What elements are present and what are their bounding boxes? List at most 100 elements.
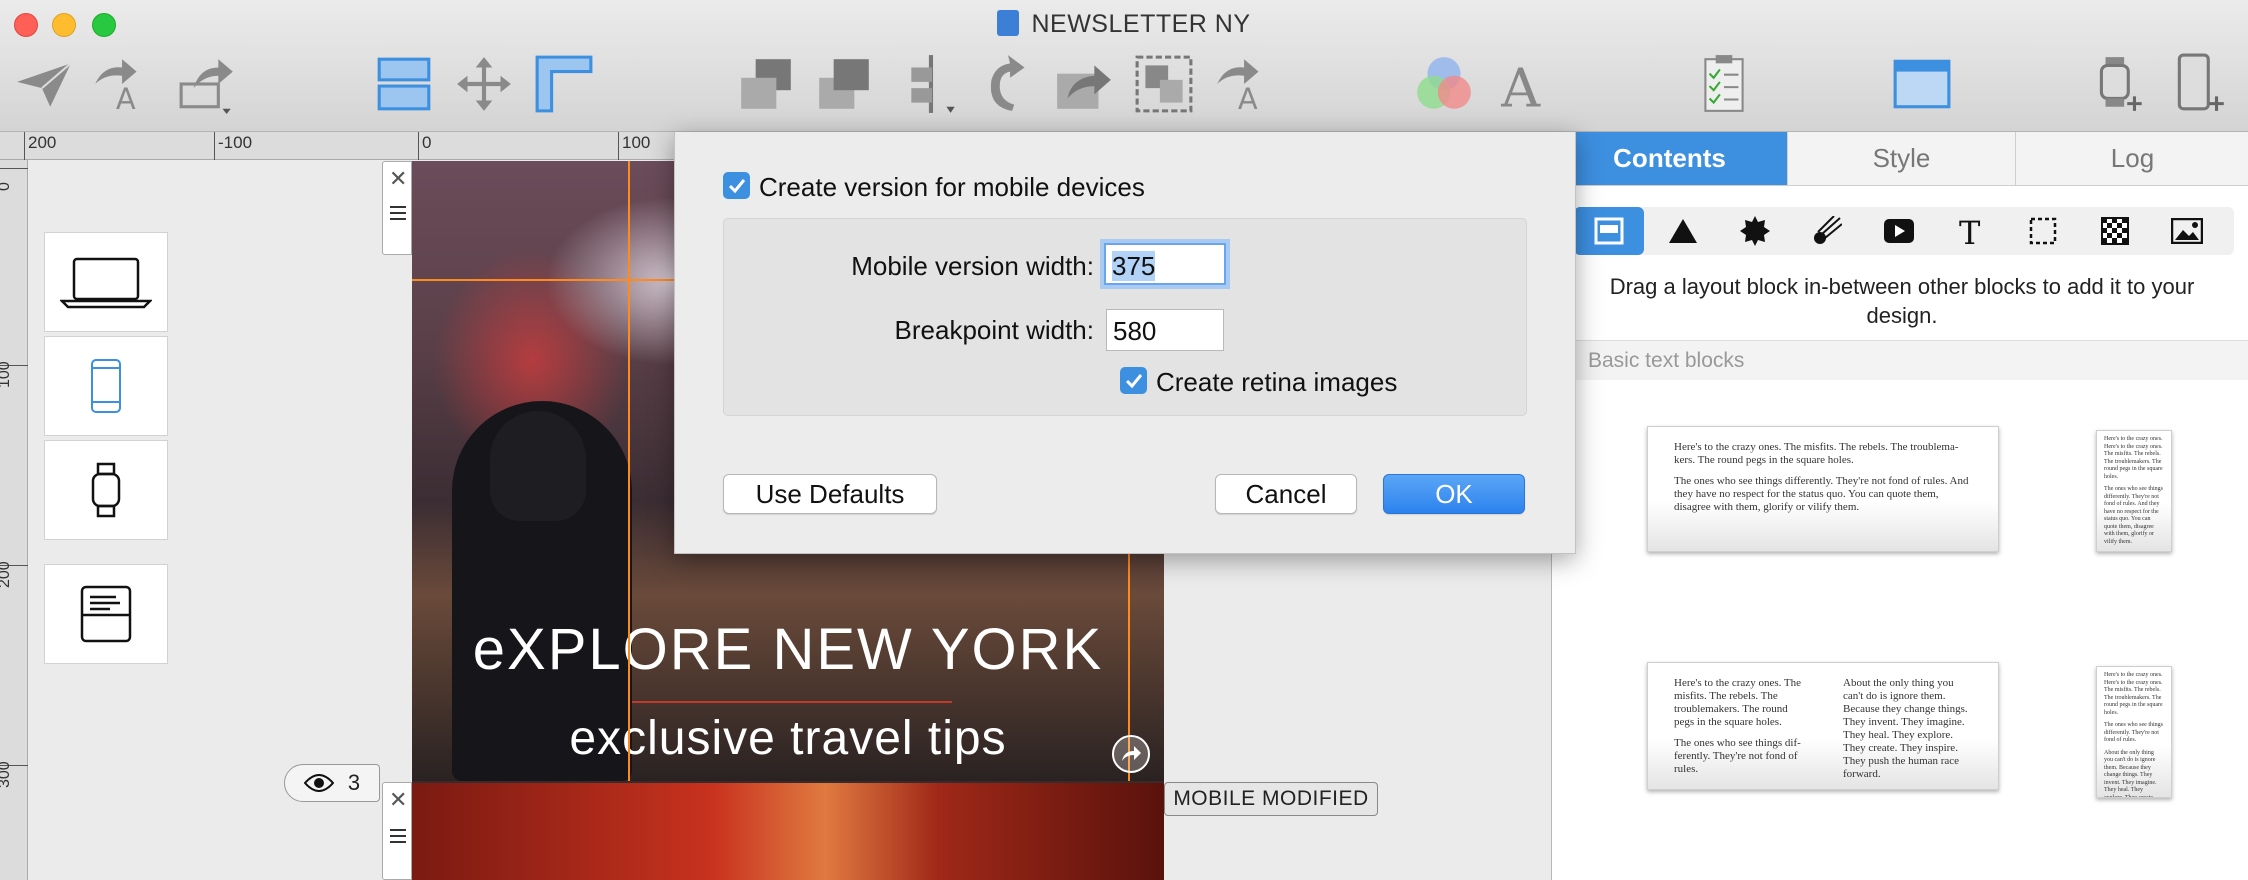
comet-icon xyxy=(1814,216,1842,244)
shape-tool[interactable] xyxy=(1648,207,1718,255)
photo-hood xyxy=(490,411,586,521)
use-defaults-button[interactable]: Use Defaults xyxy=(723,474,937,514)
ruler-tick: 100 xyxy=(618,132,650,160)
cancel-button[interactable]: Cancel xyxy=(1215,474,1357,514)
translate-button[interactable]: A xyxy=(88,52,152,116)
comet-tool[interactable] xyxy=(1792,207,1862,255)
text-block-card[interactable]: Here's to the crazy ones. The misfits. T… xyxy=(1647,426,1999,552)
card-text: Here's to the crazy ones. The misfits. T… xyxy=(1674,441,1959,466)
font-button[interactable]: A xyxy=(1492,52,1556,116)
add-device-icon xyxy=(2177,53,2224,111)
group-icon xyxy=(1135,55,1193,113)
hero-headline[interactable]: eXPLORE NEW YORK xyxy=(412,616,1164,683)
bring-front-icon xyxy=(741,59,791,109)
card-column-left: Here's to the crazy ones. The misfits. T… xyxy=(1674,677,1802,775)
badge-icon xyxy=(1740,216,1770,246)
colors-button[interactable] xyxy=(1412,52,1476,116)
breakpoint-width-input[interactable]: 580 xyxy=(1106,309,1224,351)
section-header-basic-text[interactable]: Basic text blocks xyxy=(1552,340,2248,380)
text-tool[interactable]: T xyxy=(1936,207,2006,255)
create-mobile-label[interactable]: Create version for mobile devices xyxy=(759,172,1145,203)
device-watch-button[interactable] xyxy=(44,440,168,540)
pattern-tool[interactable] xyxy=(2080,207,2150,255)
translate-icon: A xyxy=(1217,59,1259,115)
create-retina-label[interactable]: Create retina images xyxy=(1156,367,1397,398)
forward-button[interactable] xyxy=(1052,52,1116,116)
ruler-tick: -100 xyxy=(214,132,252,160)
tab-contents[interactable]: Contents xyxy=(1552,132,1788,186)
ruler-tick: 200 xyxy=(0,561,28,588)
ruler-button[interactable] xyxy=(532,52,596,116)
translate-block-button[interactable]: A xyxy=(1210,52,1274,116)
laptop-icon xyxy=(60,257,152,309)
video-tool[interactable] xyxy=(1864,207,1934,255)
create-retina-checkbox[interactable] xyxy=(1120,367,1147,394)
visibility-badge[interactable]: 3 xyxy=(284,764,380,802)
checklist-icon xyxy=(1704,55,1744,112)
watch-icon xyxy=(91,462,121,518)
layout-block-icon xyxy=(1594,217,1624,245)
move-button[interactable] xyxy=(452,52,516,116)
block-handle[interactable]: ✕ xyxy=(382,161,412,255)
selection-icon xyxy=(2029,217,2057,245)
create-mobile-checkbox[interactable] xyxy=(723,172,750,199)
share-overlay-button[interactable] xyxy=(1112,735,1150,773)
hero-subline[interactable]: exclusive travel tips xyxy=(412,711,1164,766)
guide-vertical[interactable] xyxy=(628,161,630,781)
panel-hint: Drag a layout block in-between other blo… xyxy=(1609,274,2195,328)
add-device-button[interactable] xyxy=(2168,52,2232,116)
add-watch-icon xyxy=(2099,57,2142,111)
document-icon xyxy=(997,10,1020,36)
window-title: NEWSLETTER NY xyxy=(0,10,2248,39)
two-column-text-card-mobile[interactable]: Here's to the crazy ones. Here's to the … xyxy=(2096,666,2172,798)
eye-icon xyxy=(303,774,334,792)
add-watch-button[interactable] xyxy=(2088,52,2152,116)
mobile-width-label: Mobile version width: xyxy=(851,251,1094,281)
ruler-icon xyxy=(535,55,593,113)
card-text: Here's to the crazy ones. Here's to the … xyxy=(2104,436,2163,480)
align-button[interactable] xyxy=(900,52,964,116)
menu-icon[interactable] xyxy=(390,206,406,220)
move-icon xyxy=(457,57,511,111)
rotate-icon xyxy=(990,55,1025,111)
svg-text:A: A xyxy=(1238,82,1258,115)
pattern-icon xyxy=(2101,217,2129,245)
group-button[interactable] xyxy=(1132,52,1196,116)
close-block-icon[interactable]: ✕ xyxy=(389,166,407,192)
image-tool[interactable] xyxy=(2152,207,2222,255)
view-count: 3 xyxy=(347,770,361,795)
send-back-button[interactable] xyxy=(812,52,876,116)
device-laptop-button[interactable] xyxy=(44,232,168,332)
device-phone-button[interactable] xyxy=(44,336,168,436)
title-bar: NEWSLETTER NY A A A xyxy=(0,0,2248,132)
selection-tool[interactable] xyxy=(2008,207,2078,255)
block-handle[interactable]: ✕ xyxy=(382,782,412,880)
tab-style[interactable]: Style xyxy=(1788,132,2016,186)
checkmark-icon xyxy=(728,178,745,193)
share-icon xyxy=(1122,746,1141,761)
mobile-modified-badge: MOBILE MODIFIED xyxy=(1164,782,1378,816)
preview-window-button[interactable] xyxy=(1890,52,1954,116)
two-column-text-card[interactable]: Here's to the crazy ones. The misfits. T… xyxy=(1647,662,1999,790)
text-block-card-mobile[interactable]: Here's to the crazy ones. Here's to the … xyxy=(2096,430,2172,552)
bring-front-button[interactable] xyxy=(734,52,798,116)
side-panel: Contents Style Log T Drag a layout block… xyxy=(1551,132,2248,880)
tab-log[interactable]: Log xyxy=(2016,132,2248,186)
send-icon xyxy=(17,62,72,107)
second-block-photo[interactable] xyxy=(412,783,1164,880)
badge-tool[interactable] xyxy=(1720,207,1790,255)
mobile-width-input[interactable]: 375 xyxy=(1104,243,1226,285)
svg-text:A: A xyxy=(1500,57,1541,115)
device-email-button[interactable] xyxy=(44,564,168,664)
share-button[interactable] xyxy=(176,52,240,116)
close-block-icon[interactable]: ✕ xyxy=(389,787,407,813)
rotate-button[interactable] xyxy=(976,52,1040,116)
email-icon xyxy=(80,585,132,643)
send-button[interactable] xyxy=(12,52,76,116)
ok-button[interactable]: OK xyxy=(1383,474,1525,514)
menu-icon[interactable] xyxy=(390,829,406,843)
vertical-ruler: 0 100 200 300 xyxy=(0,160,28,880)
checklist-button[interactable] xyxy=(1692,52,1756,116)
layout-block-tool[interactable] xyxy=(1574,207,1644,255)
layout-button[interactable] xyxy=(372,52,436,116)
